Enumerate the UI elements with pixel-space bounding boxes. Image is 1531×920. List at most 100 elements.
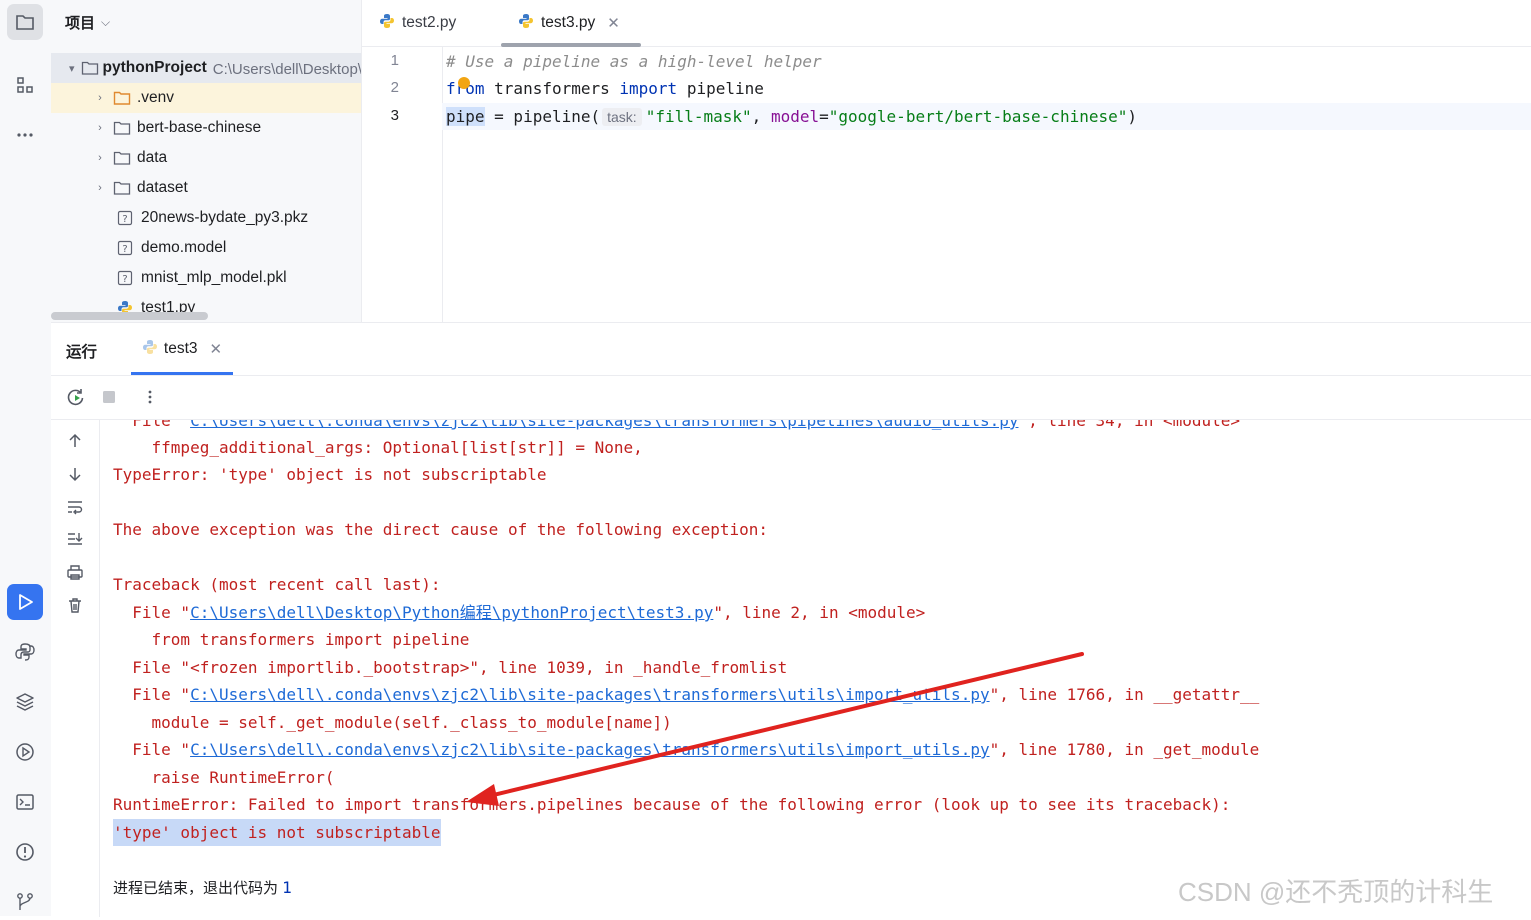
chevron-right-icon[interactable]: › <box>93 152 107 164</box>
imported-name: pipeline <box>677 79 764 98</box>
code-line-2[interactable]: from transformers import pipeline <box>446 75 764 102</box>
chevron-right-icon[interactable]: › <box>93 92 107 104</box>
tab-test2-py[interactable]: test2.py <box>379 0 456 46</box>
tree-item-venv[interactable]: › .venv <box>51 83 361 113</box>
file-link[interactable]: C:\Users\dell\Desktop\Python编程\pythonPro… <box>190 603 713 622</box>
console-side-toolbar <box>51 420 100 917</box>
console-line: The above exception was the direct cause… <box>113 520 769 539</box>
file-link[interactable]: C:\Users\dell\.conda\envs\zjc2\lib\site-… <box>190 420 1018 430</box>
console-line: File "C:\Users\dell\.conda\envs\zjc2\lib… <box>113 740 1260 759</box>
console-line: Traceback (most recent call last): <box>113 575 441 594</box>
console-line: File "C:\Users\dell\.conda\envs\zjc2\lib… <box>113 420 1240 434</box>
keyword-arg-model: model <box>770 107 820 126</box>
close-icon[interactable]: ✕ <box>607 14 620 32</box>
soft-wrap-icon[interactable] <box>64 496 86 518</box>
folder-icon <box>113 119 133 137</box>
console-line: RuntimeError: Failed to import transform… <box>113 795 1231 814</box>
code-comment: # Use a pipeline as a high-level helper <box>446 52 822 71</box>
tab-run-test3[interactable]: test3 ✕ <box>131 323 233 375</box>
watermark: CSDN @还不秃顶的计科生 <box>1178 877 1494 907</box>
run-tab-bar: 运行 test3 ✕ <box>51 323 1531 376</box>
file-link[interactable]: C:\Users\dell\.conda\envs\zjc2\lib\site-… <box>190 685 990 704</box>
exit-message: 进程已结束，退出代码为 1 <box>113 878 292 897</box>
rerun-icon[interactable] <box>65 386 87 408</box>
console-line-selected: 'type' object is not subscriptable <box>113 819 441 846</box>
line-number: 3 <box>390 107 399 124</box>
folder-icon[interactable] <box>7 4 43 40</box>
horizontal-scrollbar[interactable] <box>51 312 208 320</box>
tree-root-pythonProject[interactable]: ▾ pythonProject C:\Users\dell\Desktop\Py… <box>51 53 361 83</box>
project-panel-header[interactable]: 项目 ⌵ <box>65 12 110 33</box>
more-icon[interactable] <box>7 117 43 153</box>
layers-icon[interactable] <box>7 684 43 720</box>
print-icon[interactable] <box>64 561 86 583</box>
tree-item-20news-pkz[interactable]: ? 20news-bydate_py3.pkz <box>51 203 361 233</box>
tree-item-label: demo.model <box>141 239 227 256</box>
problems-icon[interactable] <box>7 834 43 870</box>
chevron-right-icon[interactable]: › <box>93 122 107 134</box>
terminal-icon[interactable] <box>7 784 43 820</box>
line-number-gutter: 1 2 3 <box>362 47 443 322</box>
chevron-down-icon[interactable]: ▾ <box>69 62 75 75</box>
project-panel: 项目 ⌵ ▾ pythonProject C:\Users\dell\Deskt… <box>51 0 362 322</box>
console-line: ffmpeg_additional_args: Optional[list[st… <box>113 438 643 457</box>
tree-item-bert-base-chinese[interactable]: › bert-base-chinese <box>51 113 361 143</box>
code-editor: test2.py test3.py ✕ 1 2 3 # Use a pipeli… <box>362 0 1531 322</box>
tree-item-data[interactable]: › data <box>51 143 361 173</box>
code-line-3[interactable]: pipe = pipeline(task: "fill-mask", model=… <box>446 103 1137 130</box>
console-line: File "C:\Users\dell\Desktop\Python编程\pyt… <box>113 603 926 622</box>
intention-bulb-icon[interactable] <box>458 77 470 89</box>
tab-label: test2.py <box>402 14 457 31</box>
svg-text:?: ? <box>122 214 127 225</box>
tree-item-mnist-pkl[interactable]: ? mnist_mlp_model.pkl <box>51 263 361 293</box>
chevron-right-icon[interactable]: › <box>93 182 107 194</box>
call-text: = pipeline( <box>484 107 601 126</box>
active-tab-indicator <box>501 43 641 47</box>
run-icon[interactable] <box>7 584 43 620</box>
run-tab-label: test3 <box>163 340 198 357</box>
python-file-icon <box>518 13 534 34</box>
console-output[interactable]: File "C:\Users\dell\.conda\envs\zjc2\lib… <box>100 420 1531 917</box>
unknown-file-icon: ? <box>117 239 137 257</box>
services-icon[interactable] <box>7 734 43 770</box>
python-console-icon[interactable] <box>7 634 43 670</box>
tree-item-demo-model[interactable]: ? demo.model <box>51 233 361 263</box>
folder-icon <box>113 179 133 197</box>
git-icon[interactable] <box>7 884 43 920</box>
console-line: module = self._get_module(self._class_to… <box>113 713 672 732</box>
stop-icon[interactable] <box>98 386 120 408</box>
left-tool-strip <box>0 0 52 916</box>
scroll-to-end-icon[interactable] <box>64 528 86 550</box>
tab-label: test3.py <box>541 14 596 31</box>
scroll-up-icon[interactable] <box>64 430 86 452</box>
equals: = <box>819 107 829 126</box>
unknown-file-icon: ? <box>117 209 137 227</box>
console-line: File "C:\Users\dell\.conda\envs\zjc2\lib… <box>113 685 1260 704</box>
string-arg-model: "google-bert/bert-base-chinese" <box>828 107 1128 126</box>
tab-test3-py[interactable]: test3.py ✕ <box>518 0 620 46</box>
tree-item-label: bert-base-chinese <box>137 119 262 136</box>
tree-item-label: dataset <box>137 179 188 196</box>
run-tool-window: 运行 test3 ✕ File "C:\Users\dell\.conda\en… <box>51 322 1531 917</box>
trash-icon[interactable] <box>64 594 86 616</box>
code-line-1[interactable]: # Use a pipeline as a high-level helper <box>446 48 822 75</box>
line-number: 1 <box>390 52 399 69</box>
module-name: transformers <box>484 79 620 98</box>
close-paren: ) <box>1127 107 1138 126</box>
tree-item-label: 20news-bydate_py3.pkz <box>141 209 309 226</box>
tree-item-dataset[interactable]: › dataset <box>51 173 361 203</box>
scroll-down-icon[interactable] <box>64 463 86 485</box>
folder-icon <box>113 149 133 167</box>
svg-text:?: ? <box>122 274 127 285</box>
tree-item-label: data <box>137 149 168 166</box>
folder-icon <box>81 59 99 77</box>
python-file-icon <box>142 339 158 360</box>
file-link[interactable]: C:\Users\dell\.conda\envs\zjc2\lib\site-… <box>190 740 990 759</box>
chevron-down-icon: ⌵ <box>101 15 111 29</box>
svg-text:?: ? <box>122 244 127 255</box>
comma: , <box>751 107 771 126</box>
project-panel-title: 项目 <box>65 15 96 32</box>
close-icon[interactable]: ✕ <box>210 340 223 358</box>
more-vertical-icon[interactable] <box>139 386 161 408</box>
structure-icon[interactable] <box>7 67 43 103</box>
